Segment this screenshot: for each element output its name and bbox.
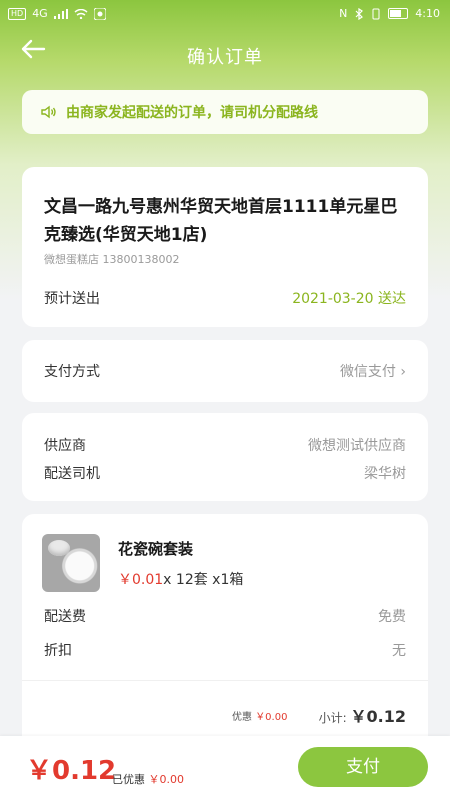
product-image <box>42 534 100 592</box>
product-card: 花瓷碗套装 ￥0.01x 12套 x1箱 配送费 免费 折扣 无 优惠 ￥0.0… <box>22 514 428 736</box>
product-spec: x 12套 x1箱 <box>163 572 244 588</box>
battery-icon <box>388 8 409 19</box>
product-price-line: ￥0.01x 12套 x1箱 <box>118 569 243 589</box>
product-price: ￥0.01 <box>118 572 164 588</box>
hd-indicator: HD <box>8 7 27 20</box>
payment-method-value: 微信支付 › <box>339 364 406 380</box>
status-bar: HD 4G N 4:10 <box>0 0 450 28</box>
payment-method-row[interactable]: 支付方式 微信支付 › <box>22 340 428 402</box>
saved-value: ￥0.00 <box>148 773 185 786</box>
driver-value: 梁华树 <box>364 466 406 482</box>
address-card: 文昌一路九号惠州华贸天地首层1111单元星巴克臻选(华贸天地1店) 微想蛋糕店 … <box>22 167 428 327</box>
notice-text: 由商家发起配送的订单，请司机分配路线 <box>66 105 318 121</box>
header: 确认订单 <box>0 28 450 80</box>
network-indicator: 4G <box>32 7 48 20</box>
wifi-icon <box>74 8 88 19</box>
speaker-icon <box>41 105 56 119</box>
subtotal-value: ￥0.12 <box>350 707 406 726</box>
product-name: 花瓷碗套装 <box>118 540 194 558</box>
vibrate-icon <box>372 8 380 19</box>
subtotal-label: 小计: <box>318 711 347 725</box>
total-price: ￥0.12 <box>26 756 117 786</box>
clock: 4:10 <box>415 7 440 20</box>
supplier-value: 微想测试供应商 <box>308 438 406 454</box>
page-title: 确认订单 <box>187 47 263 68</box>
discount-value: 无 <box>392 643 406 659</box>
subtotal-line: 小计: ￥0.12 <box>319 703 406 727</box>
checkout-bar: ￥0.12 已优惠 ￥0.00 支付 <box>0 736 450 800</box>
address-title: 文昌一路九号惠州华贸天地首层1111单元星巴克臻选(华贸天地1店) <box>44 197 398 245</box>
bluetooth-icon <box>355 7 364 20</box>
notice-banner: 由商家发起配送的订单，请司机分配路线 <box>22 90 428 134</box>
eta-label: 预计送出 <box>44 291 100 307</box>
discount-label: 折扣 <box>44 643 72 659</box>
delivery-fee-label: 配送费 <box>44 609 86 625</box>
saved-line: 已优惠 ￥0.00 <box>112 771 184 787</box>
payment-method-label: 支付方式 <box>44 364 100 380</box>
app-notification-icon <box>93 7 106 20</box>
supplier-card: 供应商 微想测试供应商 配送司机 梁华树 <box>22 413 428 501</box>
pay-button[interactable]: 支付 <box>298 747 428 787</box>
promo-line: 优惠 ￥0.00 <box>232 708 287 723</box>
signal-icon <box>53 8 68 19</box>
nfc-icon: N <box>339 7 348 20</box>
eta-value: 2021-03-20 送达 <box>292 291 406 307</box>
supplier-label: 供应商 <box>44 438 86 454</box>
promo-label: 优惠 <box>232 712 252 723</box>
promo-value: ￥0.00 <box>255 712 288 723</box>
saved-label: 已优惠 <box>112 773 145 786</box>
divider <box>22 680 428 681</box>
driver-label: 配送司机 <box>44 466 100 482</box>
address-contact: 微想蛋糕店 13800138002 <box>44 253 180 266</box>
delivery-fee-value: 免费 <box>378 609 406 625</box>
